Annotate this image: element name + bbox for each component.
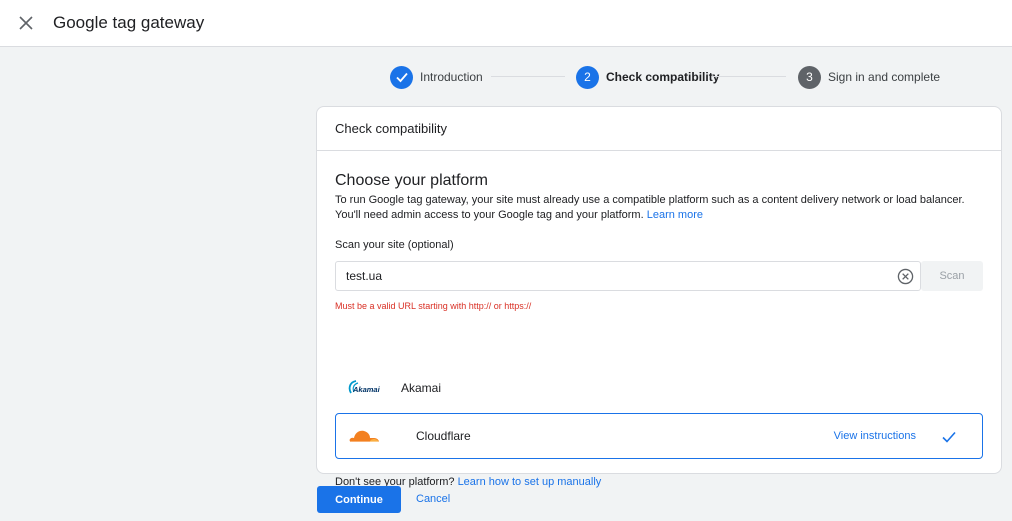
selected-check-icon [942,431,956,443]
cloudflare-logo-icon [348,425,400,447]
platform-name: Akamai [401,381,442,395]
step-check-compatibility[interactable]: 2 Check compatibility [576,65,719,89]
scan-label: Scan your site (optional) [335,239,454,251]
step-done-icon [390,65,413,89]
step-number: 2 [576,65,599,89]
platform-name: Cloudflare [416,429,471,443]
stepper: Introduction 2 Check compatibility 3 Sig… [390,65,950,89]
step-connector [712,76,786,77]
clear-icon[interactable] [897,268,914,285]
error-message: Must be a valid URL starting with http:/… [335,301,532,311]
step-label: Sign in and complete [828,70,941,84]
close-icon [19,16,33,30]
cancel-button[interactable]: Cancel [416,493,450,505]
step-number: 3 [798,65,821,89]
top-bar: Google tag gateway [0,0,1012,47]
akamai-logo-text: Akamai [352,385,381,394]
platform-option-cloudflare[interactable]: Cloudflare View instructions [335,413,983,459]
step-sign-in[interactable]: 3 Sign in and complete [798,65,940,89]
step-label: Introduction [420,70,483,84]
learn-more-link[interactable]: Learn more [647,209,703,221]
compatibility-card: Check compatibility Choose your platform… [316,106,1002,488]
manual-setup-link[interactable]: Learn how to set up manually [458,476,602,488]
step-label: Check compatibility [606,70,720,84]
platform-option-akamai[interactable]: Akamai Akamai [335,365,983,411]
scan-url-input[interactable] [336,262,891,290]
step-introduction[interactable]: Introduction [390,65,483,89]
check-icon [395,72,408,83]
akamai-logo-icon: Akamai [347,377,399,399]
close-button[interactable] [14,11,38,35]
section-heading: Choose your platform [335,172,488,189]
scan-button[interactable]: Scan [921,261,983,291]
view-instructions-link[interactable]: View instructions [834,430,916,442]
page-title: Google tag gateway [53,13,205,32]
description: To run Google tag gateway, your site mus… [335,193,975,223]
continue-button[interactable]: Continue [317,486,401,513]
step-connector [491,76,565,77]
scan-input-wrapper [335,261,921,291]
card-header: Check compatibility [317,107,1001,151]
